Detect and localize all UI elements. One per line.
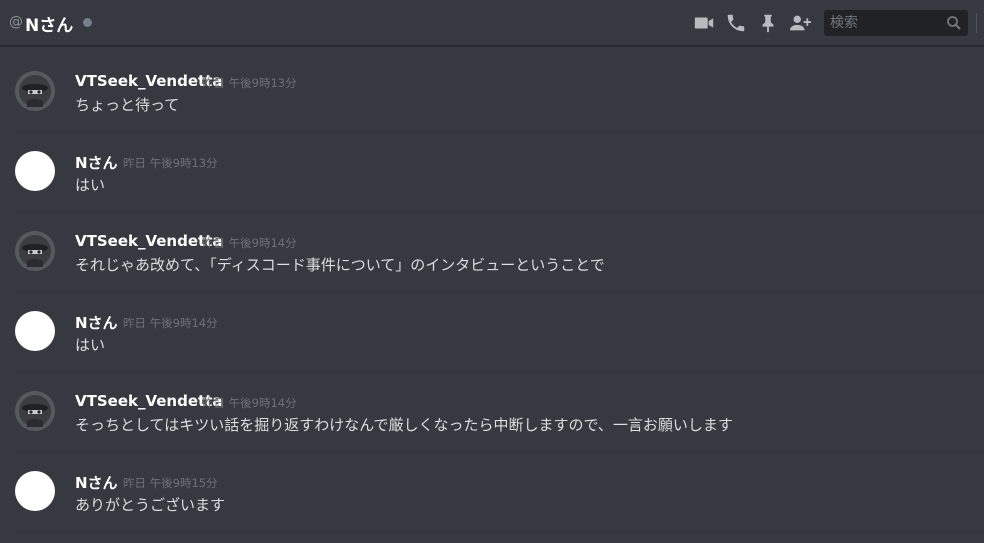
message-item: Nさん 昨日 午後9時14分 はい <box>15 293 984 373</box>
message-text: はい <box>75 176 106 194</box>
message-timestamp: 昨日 午後9時14分 <box>123 316 218 330</box>
at-icon: @ <box>9 14 23 30</box>
search-input[interactable] <box>824 10 948 36</box>
message-text: ちょっと待って <box>75 96 180 114</box>
status-indicator <box>83 18 92 27</box>
avatar[interactable] <box>15 471 55 511</box>
message-text: それじゃあ改めて、「ディスコード事件について」のインタビューということで <box>75 256 605 274</box>
avatar[interactable] <box>15 391 55 431</box>
search-icon[interactable] <box>946 15 962 31</box>
video-call-icon[interactable] <box>693 12 715 34</box>
message-item: VTSeek_Vendetta 昨日 午後9時13分 ちょっと待って <box>15 53 984 133</box>
message-item: Nさん 昨日 午後9時13分 はい <box>15 133 984 213</box>
avatar[interactable] <box>15 231 55 271</box>
message-author[interactable]: VTSeek_Vendetta <box>75 392 222 410</box>
message-item: Nさん 昨日 午後9時15分 ありがとうございます <box>15 453 984 533</box>
add-friend-icon[interactable] <box>789 12 811 34</box>
voice-call-icon[interactable] <box>725 12 747 34</box>
message-author[interactable]: VTSeek_Vendetta <box>75 72 222 90</box>
message-timestamp: 昨日 午後9時13分 <box>123 156 218 170</box>
header-divider <box>976 13 977 33</box>
avatar[interactable] <box>15 151 55 191</box>
message-timestamp: 昨日 午後9時14分 <box>202 396 297 410</box>
message-text: はい <box>75 336 106 354</box>
pin-icon[interactable] <box>757 12 779 34</box>
message-author[interactable]: Nさん <box>75 472 118 493</box>
message-timestamp: 昨日 午後9時15分 <box>123 476 218 490</box>
message-list: VTSeek_Vendetta 昨日 午後9時13分 ちょっと待って Nさん 昨… <box>0 53 984 533</box>
message-item: VTSeek_Vendetta 昨日 午後9時14分 それじゃあ改めて、「ディス… <box>15 213 984 293</box>
dm-recipient-name[interactable]: Nさん <box>25 11 73 36</box>
avatar[interactable] <box>15 71 55 111</box>
message-timestamp: 昨日 午後9時14分 <box>202 236 297 250</box>
avatar[interactable] <box>15 311 55 351</box>
message-author[interactable]: Nさん <box>75 312 118 333</box>
search-box[interactable] <box>824 10 968 36</box>
message-item: VTSeek_Vendetta 昨日 午後9時14分 そっちとしてはキツい話を掘… <box>15 373 984 453</box>
channel-header: @ Nさん <box>0 0 984 46</box>
message-author[interactable]: VTSeek_Vendetta <box>75 232 222 250</box>
message-timestamp: 昨日 午後9時13分 <box>202 76 297 90</box>
message-text: そっちとしてはキツい話を掘り返すわけなんで厳しくなったら中断しますので、一言お願… <box>75 416 733 434</box>
message-author[interactable]: Nさん <box>75 152 118 173</box>
message-text: ありがとうございます <box>75 496 226 514</box>
